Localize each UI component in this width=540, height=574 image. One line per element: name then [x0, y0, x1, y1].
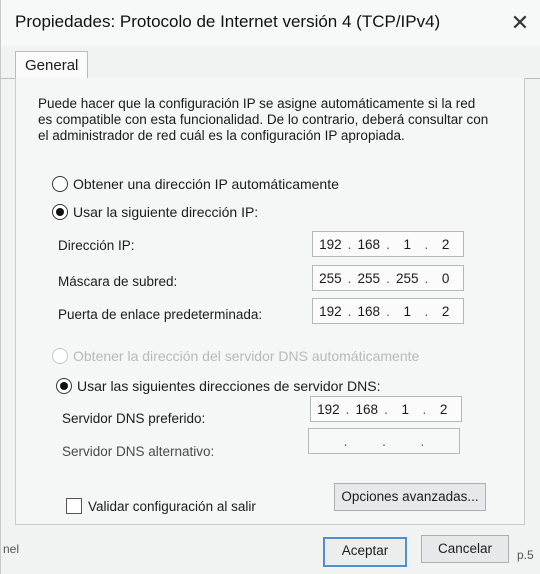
radio-obtain-ip-auto[interactable]: Obtener una dirección IP automáticamente: [52, 176, 339, 192]
checkbox-unchecked-icon: [66, 498, 82, 514]
ip-address-input[interactable]: 192. 168. 1. 2: [312, 231, 464, 257]
octet-4: 2: [439, 401, 448, 417]
octet-1: 192: [317, 401, 340, 417]
cancel-button[interactable]: Cancelar: [421, 535, 509, 563]
subnet-mask-label: Máscara de subred:: [58, 274, 178, 289]
default-gateway-label: Puerta de enlace predeterminada:: [58, 307, 263, 322]
radio-use-static-ip[interactable]: Usar la siguiente dirección IP:: [52, 204, 258, 220]
tab-general[interactable]: General: [15, 51, 89, 80]
octet-3: 1: [403, 236, 411, 252]
advanced-options-button[interactable]: Opciones avanzadas...: [334, 483, 486, 511]
octet-4: 2: [441, 303, 450, 319]
background-window-fragment-right: p.5: [517, 548, 534, 562]
octet-2: 255: [357, 270, 381, 286]
close-icon[interactable]: ✕: [505, 8, 535, 38]
octet-4: 0: [441, 270, 450, 286]
background-window-fragment-left: nel: [3, 542, 20, 556]
window-title: Propiedades: Protocolo de Internet versi…: [15, 12, 441, 31]
octet-1: 192: [319, 236, 342, 252]
validate-settings-checkbox[interactable]: Validar configuración al salir: [66, 498, 256, 514]
octet-1: 255: [319, 270, 342, 286]
radio-obtain-dns-auto[interactable]: Obtener la dirección del servidor DNS au…: [52, 348, 419, 364]
radio-label: Usar las siguientes direcciones de servi…: [77, 378, 381, 394]
octet-2: 168: [357, 236, 381, 252]
radio-label: Obtener una dirección IP automáticamente: [73, 176, 339, 192]
intro-description: Puede hacer que la configuración IP se a…: [38, 96, 489, 143]
radio-label: Obtener la dirección del servidor DNS au…: [73, 348, 420, 364]
alternate-dns-input[interactable]: . . .: [308, 428, 460, 454]
general-panel: Puede hacer que la configuración IP se a…: [15, 78, 525, 525]
octet-1: 192: [319, 303, 342, 319]
preferred-dns-label: Servidor DNS preferido:: [62, 411, 206, 426]
octet-3: 255: [395, 270, 419, 286]
title-bar[interactable]: Propiedades: Protocolo de Internet versi…: [1, 0, 540, 46]
default-gateway-input[interactable]: 192. 168. 1. 2: [312, 298, 464, 324]
octet-3: 1: [403, 303, 411, 319]
octet-2: 168: [357, 303, 381, 319]
tcpipv4-properties-dialog: Propiedades: Protocolo de Internet versi…: [0, 0, 540, 574]
ok-button[interactable]: Aceptar: [323, 537, 407, 567]
octet-4: 2: [441, 236, 450, 252]
alternate-dns-label: Servidor DNS alternativo:: [62, 444, 215, 459]
radio-checked-icon: [56, 378, 72, 394]
ip-address-label: Dirección IP:: [58, 238, 135, 253]
preferred-dns-input[interactable]: 192. 168. 1. 2: [310, 396, 462, 422]
radio-checked-icon: [52, 204, 68, 220]
radio-use-static-dns[interactable]: Usar las siguientes direcciones de servi…: [56, 378, 380, 394]
radio-disabled-icon: [52, 348, 68, 364]
tab-strip: General: [1, 46, 540, 80]
subnet-mask-input[interactable]: 255. 255. 255. 0: [312, 265, 464, 291]
radio-label: Usar la siguiente dirección IP:: [73, 204, 259, 220]
octet-3: 1: [401, 401, 409, 417]
checkbox-label: Validar configuración al salir: [88, 498, 256, 514]
radio-unchecked-icon: [52, 176, 68, 192]
octet-2: 168: [355, 401, 379, 417]
